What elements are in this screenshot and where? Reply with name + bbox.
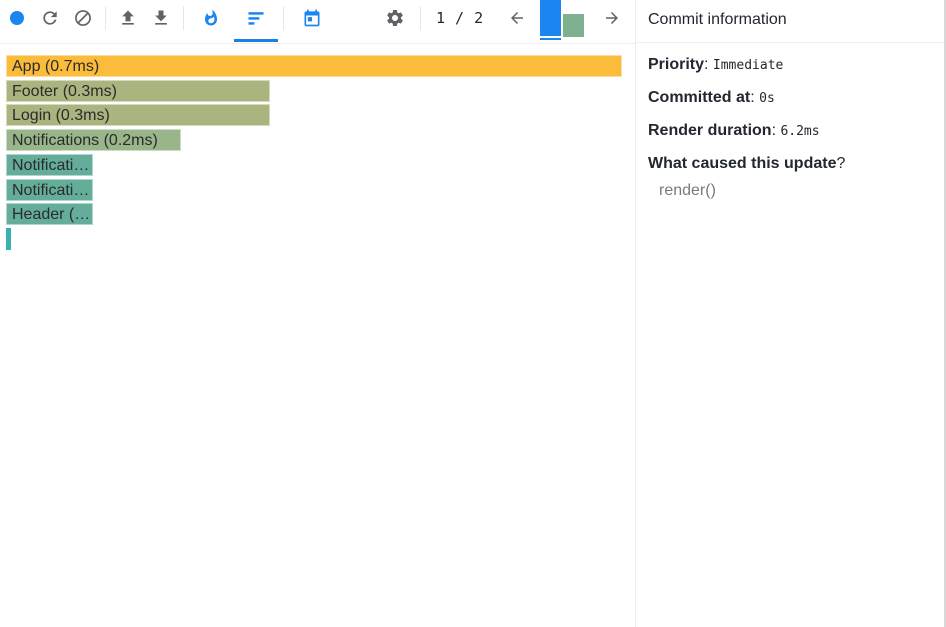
record-icon[interactable] (5, 6, 29, 30)
ranked-bar[interactable]: Footer (0.3ms) (6, 79, 270, 102)
cause-value: render() (659, 182, 716, 199)
panel-title: Commit information (636, 0, 946, 43)
load-profile-icon[interactable] (116, 6, 140, 30)
ranked-bar[interactable] (6, 227, 11, 250)
commit-info-panel: Commit information Priority: Immediate C… (635, 0, 946, 627)
priority-row: Priority: Immediate (648, 56, 784, 73)
toolbar-divider (105, 6, 106, 30)
clear-icon[interactable] (71, 6, 95, 30)
commit-total: 2 (474, 9, 484, 27)
ranked-bar[interactable]: Notifications (0.1ms) (6, 178, 93, 201)
commit-separator: / (455, 9, 465, 27)
duration-row: Render duration: 6.2ms (648, 122, 820, 139)
ranked-chart-icon[interactable] (244, 6, 268, 30)
cause-row: What caused this update? (648, 155, 846, 172)
arrow-left-icon[interactable] (505, 6, 529, 30)
profiler-main: 1 / 2 App (0.7ms) Footer (0.3ms) Login (0.… (0, 0, 635, 627)
toolbar-divider (420, 6, 421, 30)
profiler-toolbar: 1 / 2 (0, 0, 635, 44)
duration-label: Render duration (648, 122, 772, 139)
timeline-icon[interactable] (300, 6, 324, 30)
priority-value: Immediate (712, 58, 784, 73)
committed-label: Committed at (648, 89, 751, 106)
reload-and-profile-icon[interactable] (38, 6, 62, 30)
active-tab-indicator (234, 39, 278, 42)
flamegraph-icon[interactable] (199, 6, 223, 30)
commit-pager: 1 / 2 (436, 8, 483, 28)
commit-bar-selected[interactable] (540, 0, 561, 40)
ranked-bar[interactable]: Notifications (0.1ms) (6, 153, 93, 176)
gear-icon[interactable] (383, 6, 407, 30)
committed-row: Committed at: 0s (648, 89, 775, 106)
priority-label: Priority (648, 56, 705, 73)
committed-value: 0s (759, 91, 775, 106)
toolbar-divider (283, 6, 284, 30)
commit-index: 1 (436, 9, 446, 27)
toolbar-divider (183, 6, 184, 30)
duration-value: 6.2ms (780, 124, 820, 139)
ranked-bar[interactable]: Notifications (0.2ms) (6, 129, 181, 152)
ranked-bar[interactable]: Header (0.1ms) (6, 203, 93, 226)
ranked-bar[interactable]: Login (0.3ms) (6, 104, 270, 127)
flamegraph-chart: App (0.7ms) Footer (0.3ms) Login (0.3ms) No… (6, 55, 626, 255)
commit-bar[interactable] (563, 14, 584, 37)
save-profile-icon[interactable] (149, 6, 173, 30)
arrow-right-icon[interactable] (600, 6, 624, 30)
cause-label: What caused this update (648, 155, 837, 172)
ranked-bar[interactable]: App (0.7ms) (6, 55, 622, 77)
